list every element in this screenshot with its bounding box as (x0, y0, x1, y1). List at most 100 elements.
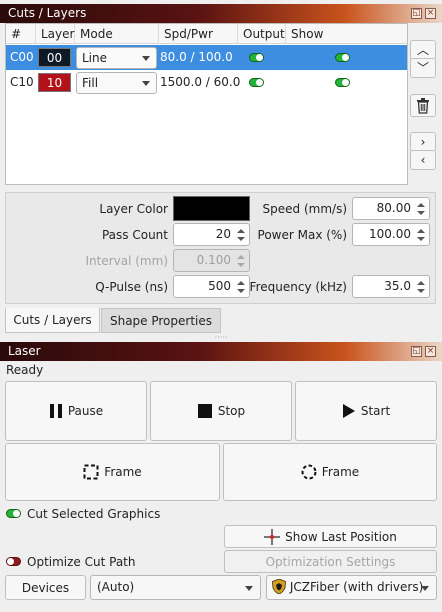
position-mode-value: (Auto) (97, 580, 135, 594)
pass-count-label: Pass Count (101, 228, 168, 242)
arrow-down-icon: ﹀ (416, 61, 429, 75)
frame-circle-label: Frame (321, 465, 360, 479)
spin-up-icon[interactable] (417, 203, 425, 207)
spin-up-icon[interactable] (417, 281, 425, 285)
interval-value: 0.100 (196, 253, 231, 267)
show-last-position-button[interactable]: Show Last Position (224, 525, 437, 548)
spin-down-icon (237, 263, 245, 267)
arrow-up-icon: ︿ (416, 43, 429, 57)
spin-down-icon[interactable] (417, 237, 425, 241)
column-header-mode[interactable]: Mode (75, 24, 159, 44)
qpulse-spinbox[interactable]: 500 (173, 275, 250, 298)
move-down-button[interactable]: ﹀ (410, 58, 436, 78)
device-logo-icon (272, 578, 286, 595)
show-toggle[interactable] (335, 53, 350, 62)
optimization-settings-button[interactable]: Optimization Settings (224, 550, 437, 573)
table-row[interactable]: C00 00 Line 80.0 / 100.0 (6, 45, 407, 70)
float-panel-button[interactable]: ◱ (411, 346, 422, 357)
cut-selected-graphics-toggle[interactable] (6, 509, 21, 518)
speed-value: 80.00 (376, 201, 411, 215)
output-toggle[interactable] (249, 53, 264, 62)
close-panel-button[interactable]: × (425, 346, 436, 357)
mode-select[interactable]: Fill (76, 72, 157, 94)
laser-status-text: Ready (6, 363, 44, 377)
splitter-handle[interactable]: ····· (212, 334, 230, 342)
cuts-layers-title: Cuts / Layers (8, 6, 87, 20)
chevron-down-icon (142, 56, 150, 61)
column-header-show[interactable]: Show (286, 24, 407, 44)
start-button[interactable]: Start (295, 381, 437, 441)
speed-label: Speed (mm/s) (262, 202, 347, 216)
optimize-cut-path-label: Optimize Cut Path (27, 555, 136, 569)
power-max-value: 100.00 (369, 227, 411, 241)
stop-button[interactable]: Stop (150, 381, 292, 441)
frame-circle-button[interactable]: Frame (223, 443, 437, 501)
layer-swatch[interactable]: 00 (38, 48, 71, 67)
layer-color-label: Layer Color (99, 202, 168, 216)
speed-power-value: 1500.0 / 60.0 (160, 75, 241, 89)
show-last-position-label: Show Last Position (285, 529, 397, 544)
move-up-button[interactable]: ︿ (410, 40, 436, 60)
qpulse-label: Q-Pulse (ns) (95, 280, 168, 294)
optimize-cut-path-toggle[interactable] (6, 557, 21, 566)
spin-down-icon[interactable] (417, 289, 425, 293)
tab-cuts-layers[interactable]: Cuts / Layers (5, 308, 100, 333)
frame-rectangle-label: Frame (104, 465, 142, 479)
spin-down-icon[interactable] (237, 289, 245, 293)
spin-up-icon[interactable] (237, 281, 245, 285)
cut-selected-graphics-label: Cut Selected Graphics (27, 507, 161, 521)
pause-label: Pause (67, 404, 104, 418)
power-max-spinbox[interactable]: 100.00 (352, 223, 430, 246)
crosshair-icon (264, 528, 281, 545)
devices-label: Devices (21, 580, 70, 595)
mode-select[interactable]: Line (76, 47, 157, 69)
frequency-spinbox[interactable]: 35.0 (352, 275, 430, 298)
column-header-layer[interactable]: Layer (36, 24, 75, 44)
spin-up-icon[interactable] (237, 229, 245, 233)
previous-button[interactable]: ‹ (410, 150, 436, 170)
close-panel-button[interactable]: × (425, 8, 436, 19)
cut-id: C10 (10, 75, 34, 89)
float-panel-button[interactable]: ◱ (411, 8, 422, 19)
chevron-down-icon (142, 81, 150, 86)
spin-up-icon[interactable] (417, 229, 425, 233)
column-header-spd-pwr[interactable]: Spd/Pwr (159, 24, 238, 44)
play-icon (342, 404, 355, 418)
mode-select-value: Fill (82, 76, 99, 90)
cuts-layers-titlebar: Cuts / Layers ◱ × (0, 4, 442, 23)
cuts-layers-table: # Layer Mode Spd/Pwr Output Show C00 00 … (5, 23, 408, 185)
trash-icon (417, 98, 429, 114)
output-toggle[interactable] (249, 78, 264, 87)
mode-select-value: Line (82, 51, 108, 65)
pause-button[interactable]: Pause (5, 381, 147, 441)
stop-icon (197, 404, 212, 418)
devices-button[interactable]: Devices (5, 575, 86, 600)
column-header-output[interactable]: Output (238, 24, 286, 44)
pass-count-spinbox[interactable]: 20 (173, 223, 250, 246)
arrow-left-icon: ‹ (420, 153, 426, 167)
delete-cut-button[interactable] (410, 94, 436, 117)
frame-rectangle-button[interactable]: Frame (5, 443, 220, 501)
spin-down-icon[interactable] (237, 237, 245, 241)
column-header-number[interactable]: # (6, 24, 36, 44)
speed-power-value: 80.0 / 100.0 (160, 50, 233, 64)
chevron-down-icon (245, 586, 253, 591)
layer-swatch[interactable]: 10 (38, 73, 71, 92)
layer-color-swatch[interactable] (173, 196, 250, 221)
frame-circle-icon (301, 464, 317, 480)
tab-shape-properties[interactable]: Shape Properties (101, 308, 221, 333)
frame-rectangle-icon (83, 464, 99, 480)
next-button[interactable]: › (410, 132, 436, 152)
speed-spinbox[interactable]: 80.00 (352, 197, 430, 220)
device-select[interactable]: JCZFiber (with drivers) (266, 575, 437, 600)
show-toggle[interactable] (335, 78, 350, 87)
table-row[interactable]: C10 10 Fill 1500.0 / 60.0 (6, 70, 407, 95)
arrow-right-icon: › (420, 135, 426, 149)
chevron-down-icon (421, 586, 429, 591)
position-mode-select[interactable]: (Auto) (90, 575, 261, 600)
spin-down-icon[interactable] (417, 211, 425, 215)
device-select-value: JCZFiber (with drivers) (289, 580, 424, 594)
interval-spinbox[interactable]: 0.100 (173, 249, 250, 272)
interval-label: Interval (mm) (85, 254, 168, 268)
frequency-value: 35.0 (384, 279, 411, 293)
